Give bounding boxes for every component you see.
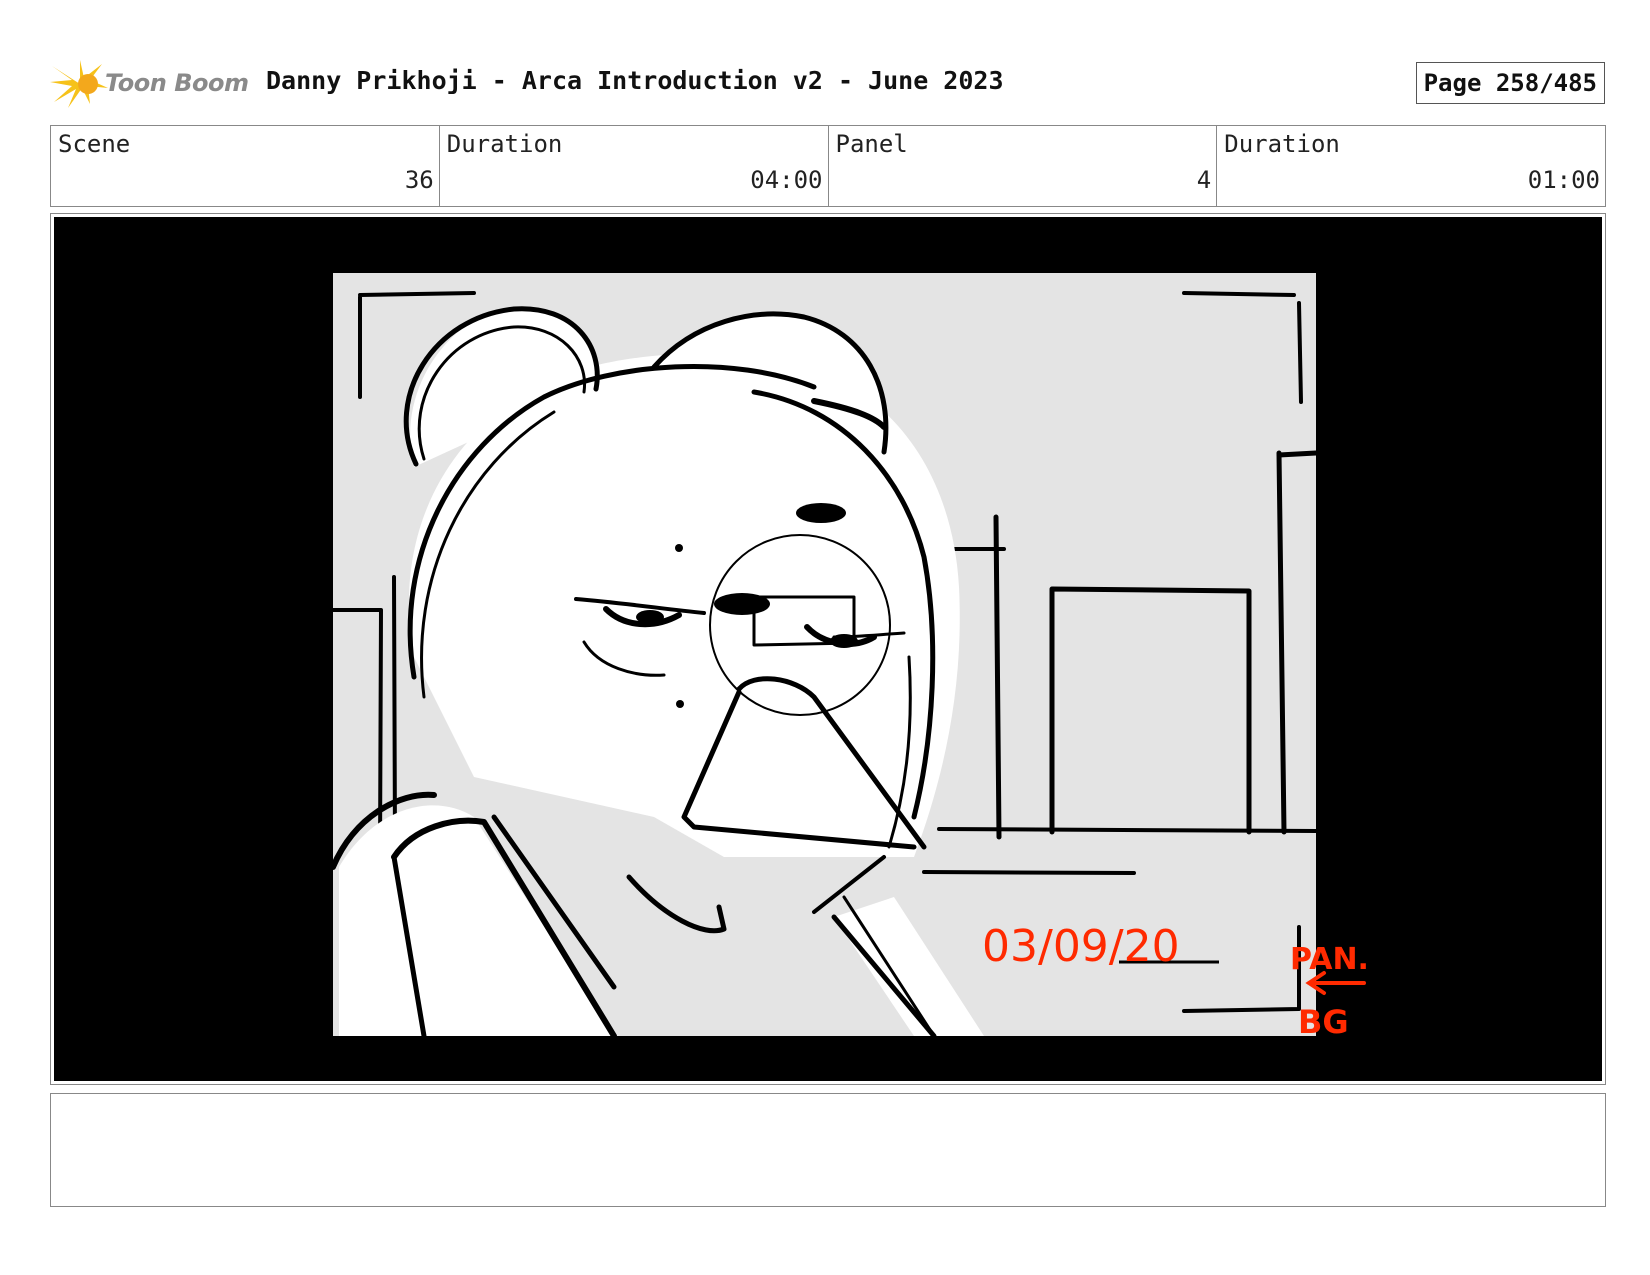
panel-label: Panel <box>835 130 908 158</box>
panel-duration-value: 01:00 <box>1527 166 1600 194</box>
starburst-icon <box>50 60 108 108</box>
scene-duration-value: 04:00 <box>750 166 823 194</box>
panel-duration-cell: Duration 01:00 <box>1217 126 1605 206</box>
scene-label: Scene <box>58 130 131 158</box>
toon-boom-logo: Toon Boom <box>50 56 250 108</box>
panel-sketch: 03/09/20 PAN. BG <box>330 273 1369 1041</box>
scene-cell: Scene 36 <box>51 126 440 206</box>
bg-note: BG <box>1298 1003 1349 1041</box>
scene-info-table: Scene 36 Duration 04:00 Panel 4 Duration… <box>50 125 1606 207</box>
panel-cell: Panel 4 <box>829 126 1218 206</box>
logo-wordmark: Toon Boom <box>105 69 249 97</box>
scene-value: 36 <box>404 166 434 194</box>
page-header: Toon Boom Danny Prikhoji - Arca Introduc… <box>50 56 1605 108</box>
storyboard-panel-frame: 03/09/20 PAN. BG <box>50 213 1606 1085</box>
scene-duration-label: Duration <box>446 130 563 158</box>
panel-value: 4 <box>1196 166 1212 194</box>
panel-notes-box <box>50 1093 1606 1207</box>
page-number: Page 258/485 <box>1415 62 1605 104</box>
document-title: Danny Prikhoji - Arca Introduction v2 - … <box>266 66 1004 95</box>
panel-duration-label: Duration <box>1224 130 1340 158</box>
scene-duration-cell: Duration 04:00 <box>440 126 829 206</box>
pan-note: PAN. <box>1290 942 1369 977</box>
date-annotation: 03/09/20 <box>982 921 1180 972</box>
storyboard-panel: 03/09/20 PAN. BG <box>54 217 1602 1081</box>
